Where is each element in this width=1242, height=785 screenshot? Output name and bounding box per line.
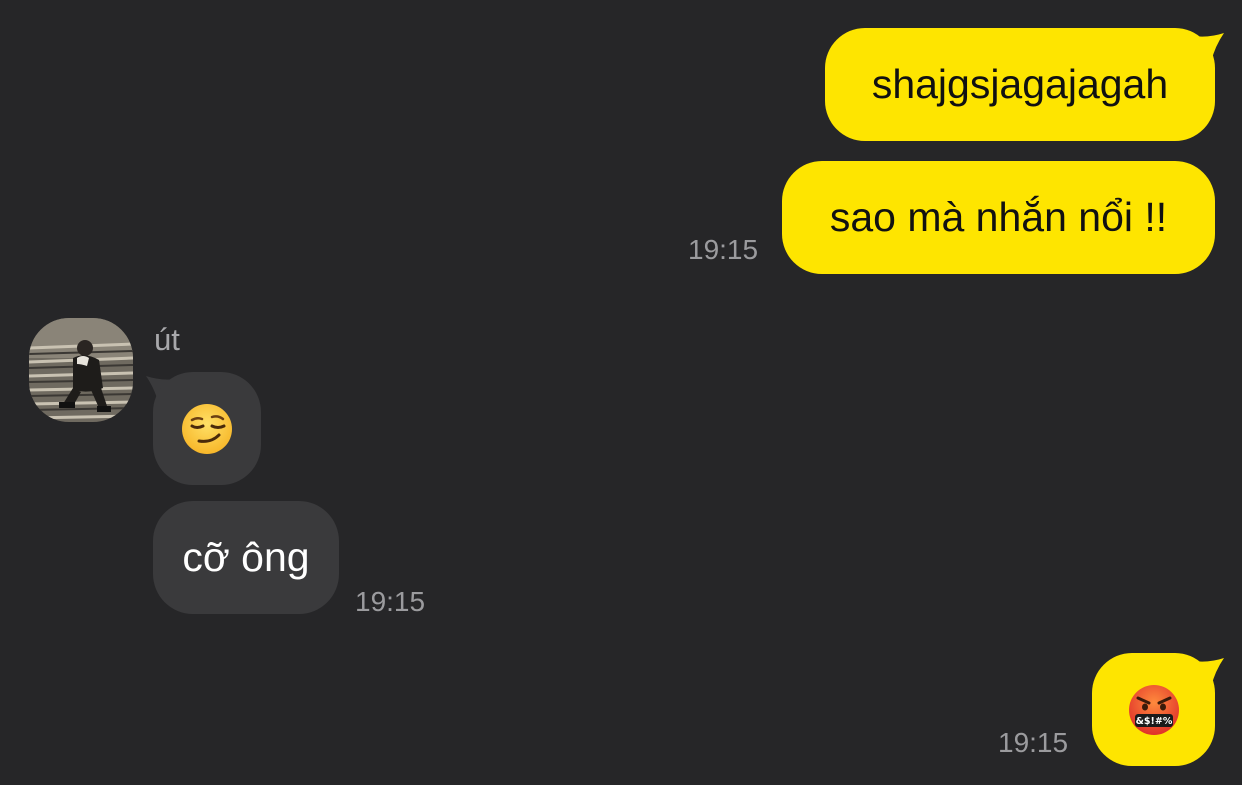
message-timestamp: 19:15	[355, 586, 426, 617]
message-timestamp: 19:15	[688, 234, 759, 265]
incoming-message-bubble[interactable]	[153, 372, 261, 485]
message-timestamp: 19:15	[998, 727, 1069, 758]
outgoing-message-bubble[interactable]: shajgsjagajagah	[825, 28, 1215, 141]
message-text: cỡ ông	[182, 534, 310, 580]
emoji-symbols-text: &$!#%	[1135, 716, 1172, 727]
message-text: sao mà nhắn nổi !!	[829, 194, 1168, 240]
outgoing-message-bubble[interactable]: &$!#%	[1092, 653, 1215, 766]
face-with-symbols-on-mouth-icon: &$!#%	[1128, 684, 1179, 735]
sender-name: út	[154, 322, 180, 357]
avatar-photo	[29, 318, 133, 422]
avatar[interactable]	[29, 318, 133, 422]
message-text: shajgsjagajagah	[871, 61, 1169, 107]
outgoing-message-bubble[interactable]: sao mà nhắn nổi !!	[782, 161, 1215, 274]
chat-view: shajgsjagajagah sao mà nhắn nổi !! 19:15	[0, 0, 1242, 785]
incoming-message-bubble[interactable]: cỡ ông	[153, 501, 339, 614]
smirking-face-icon	[182, 403, 232, 454]
